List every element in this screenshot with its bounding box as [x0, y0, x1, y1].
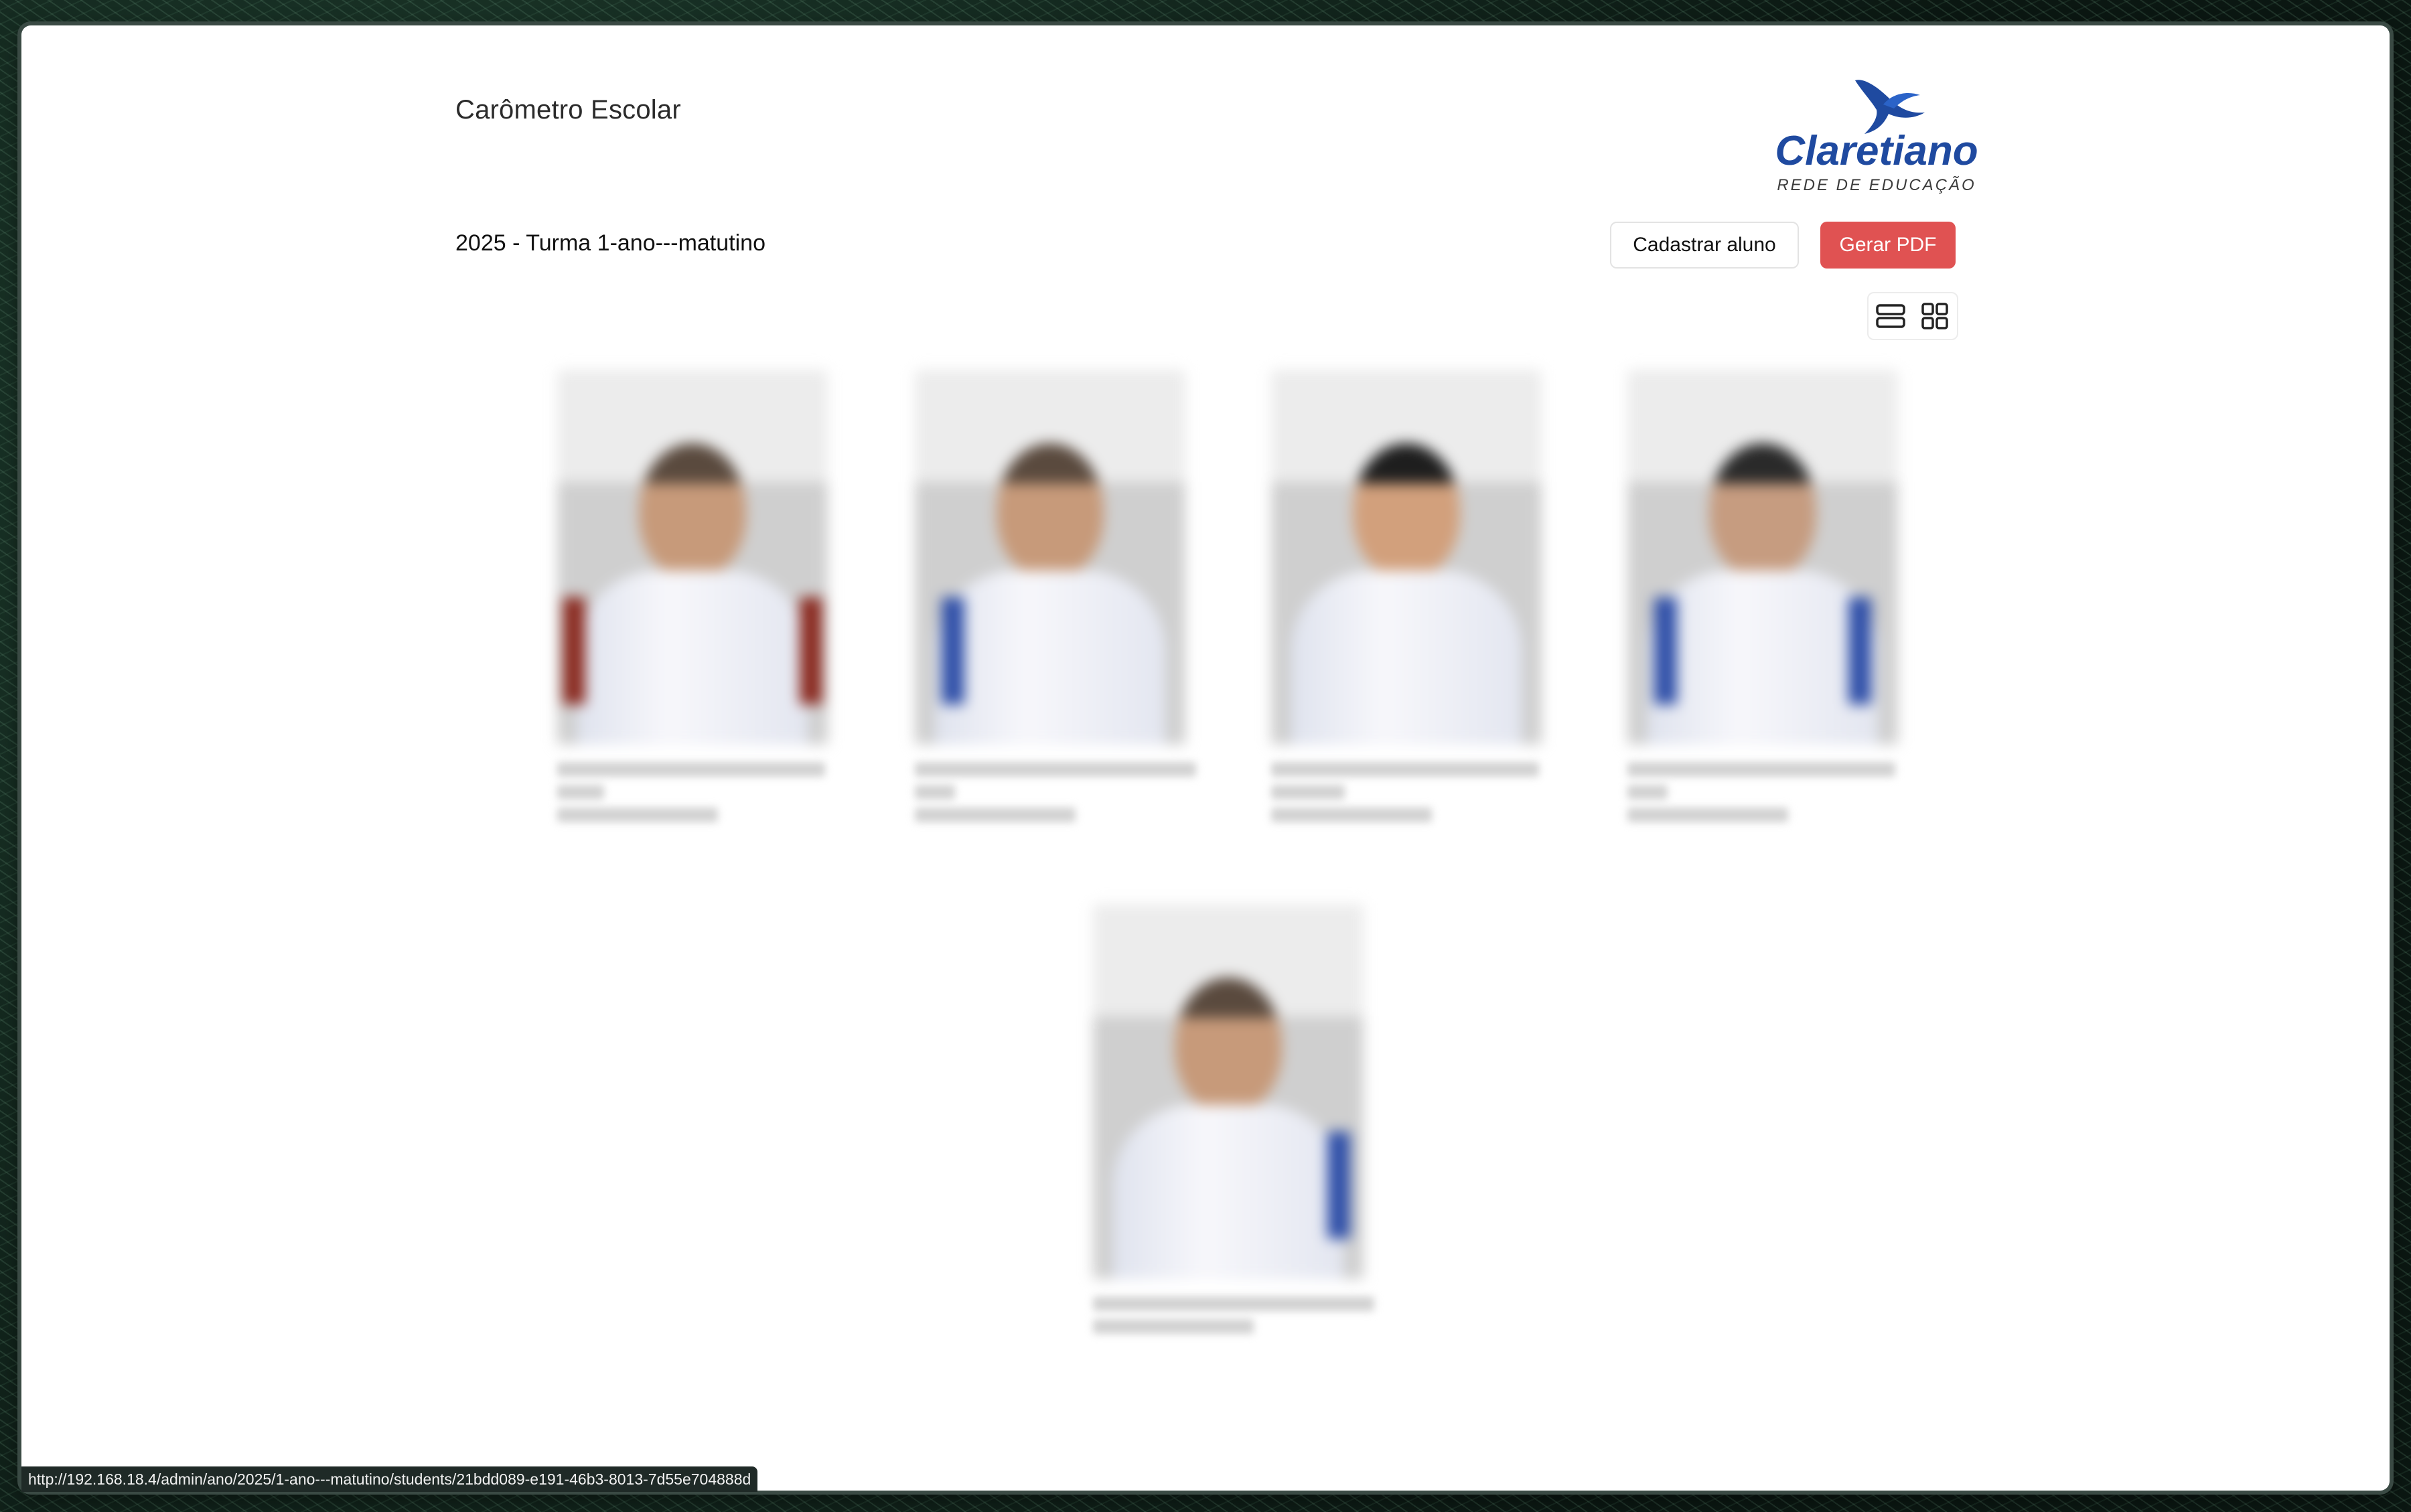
grid-view-icon — [1921, 303, 1948, 329]
student-caption — [1271, 762, 1542, 822]
claretiano-logo: Claretiano REDE DE EDUCAÇÃO — [1775, 52, 1978, 200]
student-caption — [1093, 1296, 1374, 1334]
student-caption — [1627, 762, 1898, 822]
student-caption — [915, 762, 1196, 822]
student-caption — [557, 762, 828, 822]
student-card[interactable] — [557, 370, 828, 830]
student-photo — [1627, 370, 1898, 745]
app-title: Carômetro Escolar — [455, 95, 681, 125]
grid-view-button[interactable] — [1917, 299, 1952, 333]
link-preview-status-bar: http://192.168.18.4/admin/ano/2025/1-ano… — [21, 1466, 758, 1492]
logo-tagline: REDE DE EDUCAÇÃO — [1777, 176, 1976, 194]
register-student-button[interactable]: Cadastrar aluno — [1610, 222, 1799, 269]
student-card[interactable] — [915, 370, 1196, 830]
student-photo — [557, 370, 828, 745]
browser-window: Carômetro Escolar Claretiano REDE DE EDU… — [21, 25, 2390, 1491]
class-title: 2025 - Turma 1-ano---matutino — [455, 230, 765, 256]
student-card[interactable] — [1093, 904, 1374, 1342]
student-card[interactable] — [1271, 370, 1542, 830]
logo-bird-icon: Claretiano REDE DE EDUCAÇÃO — [1775, 80, 1978, 194]
list-view-button[interactable] — [1873, 299, 1908, 333]
generate-pdf-button[interactable]: Gerar PDF — [1820, 222, 1956, 269]
student-photo — [915, 370, 1185, 745]
list-view-icon — [1876, 304, 1905, 328]
logo-wordmark: Claretiano — [1776, 128, 1977, 174]
student-card[interactable] — [1627, 370, 1898, 830]
view-toggle — [1867, 292, 1958, 340]
student-photo — [1093, 904, 1364, 1279]
student-photo — [1271, 370, 1542, 745]
